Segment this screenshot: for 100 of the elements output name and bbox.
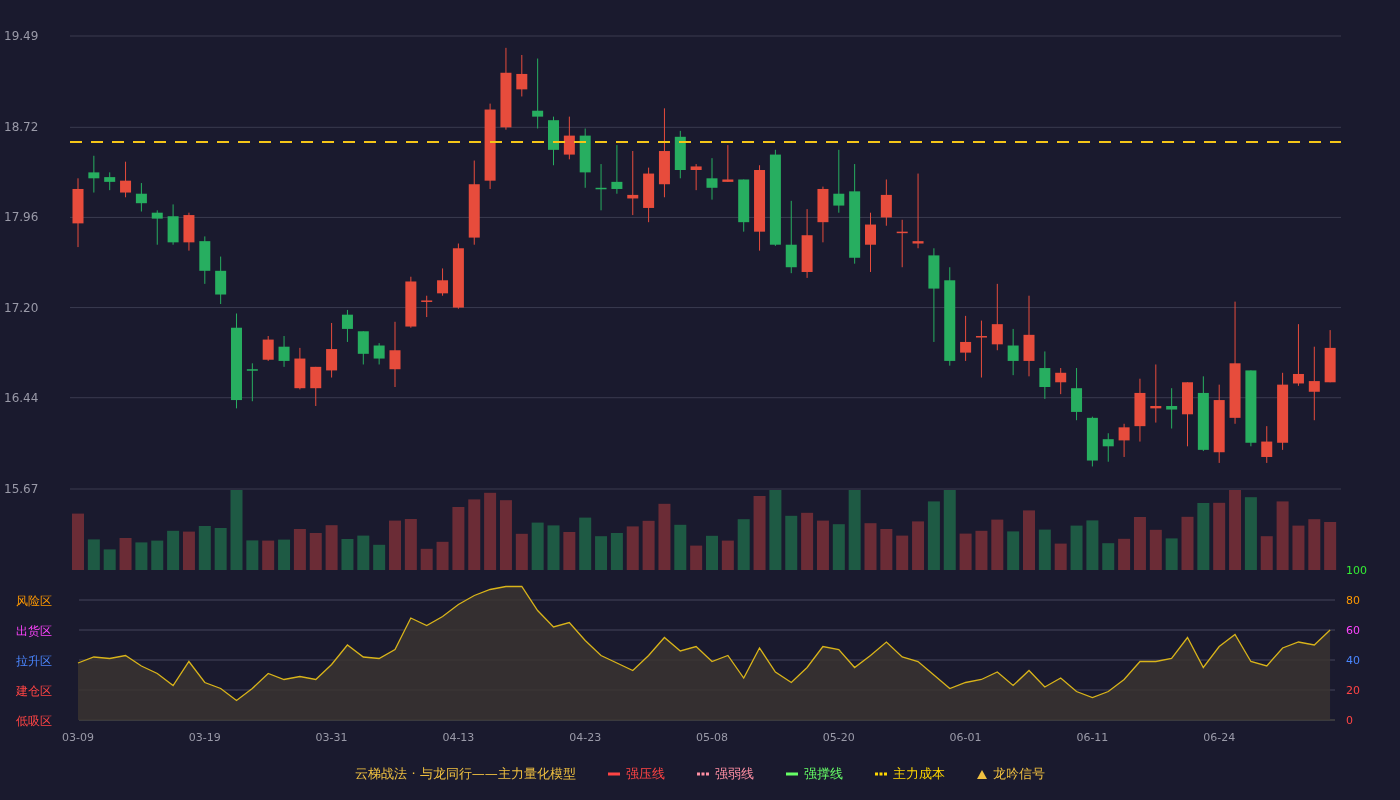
axis-label: 60 [1346,624,1360,637]
volume-bar [912,521,925,570]
volume-bar [1149,529,1162,570]
volume-bar [72,513,84,570]
volume-bar [832,524,845,570]
candlestick [548,116,559,166]
candlestick [579,128,591,189]
volume-bar [1276,501,1289,570]
volume-bar [246,540,259,570]
candlestick [1182,381,1193,447]
volume-bar [801,512,814,570]
candlestick [1039,350,1051,400]
volume-bar [341,539,354,570]
axis-label: 19.49 [4,29,39,43]
candlestick [516,54,528,97]
candlestick [722,144,734,183]
legend-title: 云梯战法 · 与龙同行——主力量化模型 [355,765,576,783]
candlestick [278,335,290,368]
volume-bar [959,533,972,570]
candlestick [833,149,845,214]
axis-label: 100 [1346,564,1367,577]
volume-bar [436,541,449,570]
candlestick [1166,387,1178,429]
volume-bar [547,525,560,570]
candlestick [1118,423,1130,458]
date-label: 04-13 [442,731,475,744]
volume-bar [864,523,877,570]
volume-bar [167,530,180,570]
candlestick [262,335,274,362]
volume-bar [1197,503,1210,570]
candlestick [738,179,750,233]
volume-bar [182,531,195,570]
volume-bar [389,520,401,570]
axis-label: 18.72 [4,120,39,135]
volume-bar [1213,502,1226,570]
legend-label: 强弱线 [714,765,754,783]
candlestick [975,320,987,379]
candlestick [104,171,116,191]
candlestick [896,219,908,268]
axis-label: 80 [1346,594,1360,607]
volume-bar [674,524,687,570]
candlestick [1055,367,1067,395]
candlestick [880,179,892,227]
volume-bar [135,542,148,570]
candlestick [1007,328,1019,376]
date-label: 03-19 [188,731,221,744]
candlestick [1292,323,1304,387]
volume-bar [1070,525,1083,570]
volume-bar [737,519,750,570]
candlestick [373,342,385,365]
candlestick [595,163,607,211]
volume-bar [468,499,481,570]
volume-bar [1086,520,1099,570]
volume-bar [151,540,164,570]
candlestick [865,212,876,273]
candlestick [1261,425,1273,464]
volume-bar [975,530,988,570]
volume-bar [1292,525,1305,570]
axis-label: 17.20 [4,300,39,315]
volume-bar [1260,536,1273,570]
candlestick [389,321,401,388]
volume-bar [721,540,734,570]
candlestick [310,366,322,407]
zone-label: 风险区 [16,594,52,608]
candlestick [246,362,258,402]
candlestick [183,212,195,252]
candlestick [151,209,163,246]
candlestick [674,130,686,179]
legend-label: 龙吟信号 [992,765,1045,783]
volume-bar [373,544,386,570]
candlestick [421,295,433,318]
volume-bar [690,545,703,570]
volume-bar [785,515,798,570]
volume-bar [325,525,338,570]
volume-bar [1118,538,1131,570]
volume-bar [658,503,671,570]
volume-bar [1165,538,1178,570]
volume-bar [499,500,512,570]
volume-bar [896,535,909,570]
volume-bar [1324,522,1337,570]
date-label: 03-31 [315,731,348,744]
volume-bar [991,519,1004,570]
volume-bar [198,526,211,570]
volume-bar [1054,543,1067,570]
candlestick [643,167,655,223]
axis-label: 0 [1346,714,1353,727]
candlestick [960,315,972,362]
candlestick [1150,364,1162,424]
candlestick [326,322,338,379]
date-label: 05-20 [822,731,855,744]
volume-bar [610,533,623,570]
volume-bar [214,528,227,570]
volume-bar [595,536,608,570]
candlestick [1102,432,1114,463]
volume-bar [927,501,940,570]
volume-bar [1023,510,1035,570]
volume-bar [579,517,592,570]
volume-bar [706,535,718,570]
legend-label: 强撑线 [803,765,843,783]
candlestick [437,267,449,297]
